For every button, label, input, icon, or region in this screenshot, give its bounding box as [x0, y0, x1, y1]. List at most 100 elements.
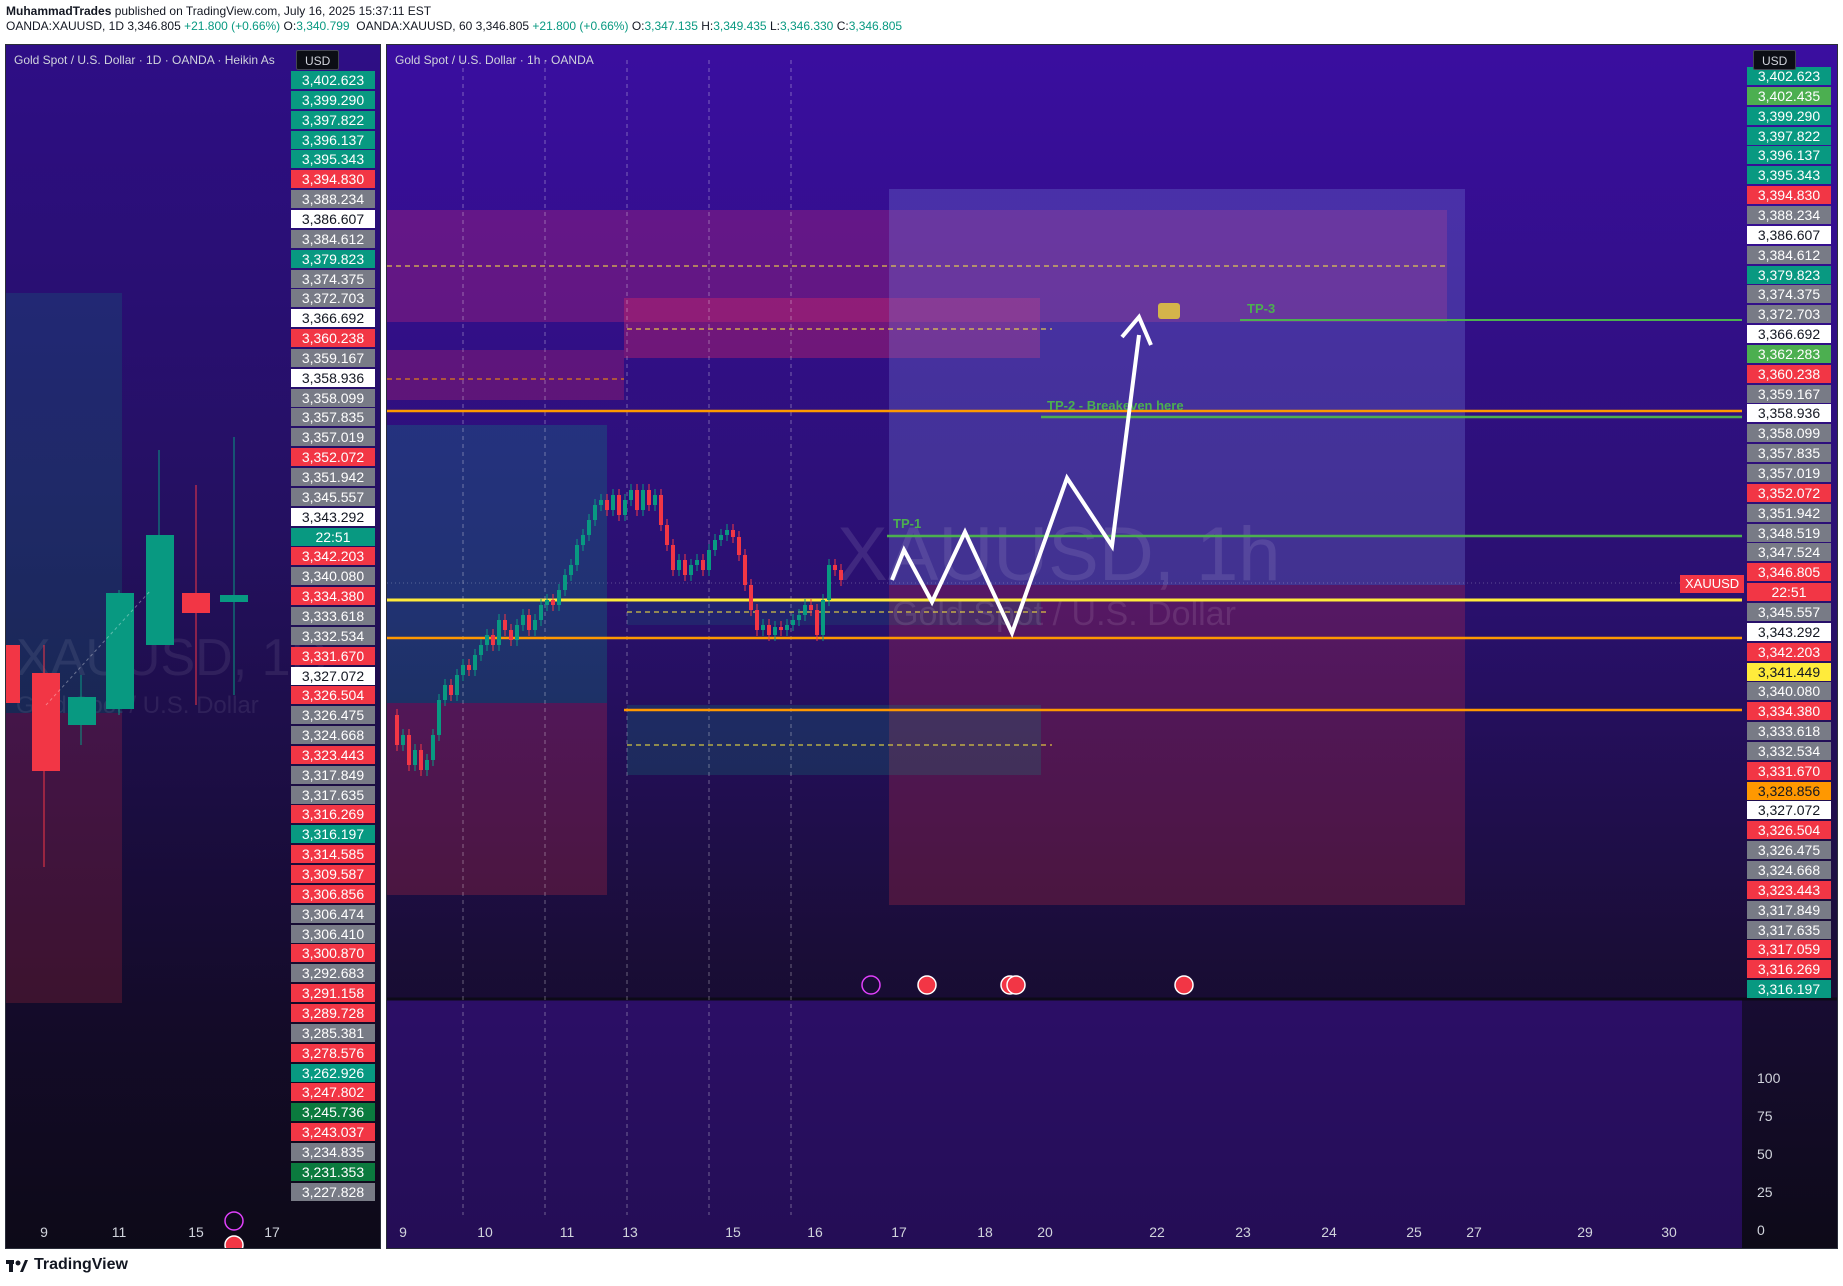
price-scale-label: 3,347.524 — [1747, 543, 1831, 562]
hourly-candle — [797, 615, 801, 620]
open-value: 3,347.135 — [644, 19, 698, 33]
daily-time-axis[interactable]: 9 11 15 17 — [6, 1221, 380, 1245]
hourly-candle — [539, 605, 543, 620]
hourly-chart-panel[interactable]: Gold Spot / U.S. Dollar · 1h · OANDA XAU… — [386, 44, 1838, 1249]
hourly-currency-button[interactable]: USD — [1753, 50, 1797, 70]
hourly-candle — [617, 495, 621, 515]
hourly-candle — [827, 565, 831, 600]
hourly-candle — [671, 545, 675, 570]
price-scale-label: 3,388.234 — [1747, 205, 1831, 224]
tp2-label: TP-2 - Breakeven here — [1047, 398, 1184, 413]
price-scale-label: 3,309.587 — [291, 865, 375, 883]
price-scale-label: 3,357.835 — [291, 408, 375, 427]
price-scale-label: 3,291.158 — [291, 984, 375, 1003]
hourly-candle — [611, 495, 615, 510]
flash-event-icon — [861, 975, 881, 995]
left-change: +21.800 (+0.66%) — [184, 19, 281, 33]
price-scale-label: 3,362.283 — [1747, 344, 1831, 363]
hourly-candle — [413, 750, 417, 765]
price-scale-label: 3,352.072 — [1747, 483, 1831, 502]
hourly-candle — [557, 590, 561, 605]
time-axis-label: 22 — [1149, 1224, 1165, 1240]
hourly-candle — [587, 520, 591, 535]
hourly-candle — [773, 627, 777, 635]
demand-zone — [627, 705, 1041, 775]
oscillator-pane-bg — [387, 1000, 1742, 1248]
daily-price-scale[interactable]: 3,402.623 3,399.290 3,397.822 3,396.137 3,39… — [291, 45, 375, 1248]
price-scale-label: 3,300.870 — [291, 944, 375, 963]
daily-candle — [220, 595, 248, 602]
hourly-candle — [719, 535, 723, 540]
tradingview-logo-icon — [6, 1260, 28, 1272]
hourly-candle — [641, 490, 645, 510]
high-value: 3,349.435 — [713, 19, 767, 33]
hourly-time-axis[interactable]: 9 10 11 13 15 16 17 18 20 22 23 24 25 27 29 30 — [387, 1221, 1837, 1245]
author-name[interactable]: MuhammadTrades — [6, 4, 111, 18]
hourly-candle — [551, 600, 555, 605]
hourly-candle — [545, 600, 549, 605]
hourly-candle — [515, 625, 519, 640]
hourly-candle — [707, 550, 711, 570]
hourly-candle — [755, 610, 759, 630]
price-scale-label: 3,402.623 — [291, 71, 375, 89]
price-scale-label: 22:51 — [1747, 583, 1831, 602]
oscillator-scale-label: 50 — [1757, 1146, 1773, 1162]
hourly-candle — [455, 675, 459, 695]
open-label: O: — [631, 19, 645, 33]
publish-line: MuhammadTrades published on TradingView.… — [6, 4, 431, 18]
price-scale-label: 3,396.137 — [1747, 146, 1831, 165]
low-label: L: — [769, 19, 780, 33]
hourly-price-scale[interactable]: 3,402.623 3,402.435 3,399.290 3,397.822 3,39… — [1747, 45, 1831, 1000]
hourly-candle — [395, 715, 399, 745]
price-scale-label: 3,323.443 — [1747, 880, 1831, 899]
hourly-candle — [479, 645, 483, 655]
time-axis-label: 24 — [1321, 1224, 1337, 1240]
daily-candle — [68, 697, 96, 725]
price-scale-label: 3,292.683 — [291, 964, 375, 983]
left-position-stop-area — [387, 703, 607, 895]
oscillator-scale[interactable]: 100 75 50 25 0 — [1747, 1000, 1831, 1238]
price-scale-label: 3,342.203 — [291, 547, 375, 566]
tradingview-footer[interactable]: TradingView — [6, 1256, 128, 1274]
hourly-candle — [659, 495, 663, 525]
hourly-candle — [491, 635, 495, 645]
hourly-candle — [485, 635, 489, 645]
daily-candle — [146, 535, 174, 645]
oscillator-scale-label: 100 — [1757, 1070, 1781, 1086]
price-scale-label: 3,397.822 — [1747, 126, 1831, 145]
daily-chart-panel[interactable]: Gold Spot / U.S. Dollar · 1D · OANDA · H… — [5, 44, 381, 1249]
close-value: 3,346.805 — [848, 19, 903, 33]
hourly-event-markers — [861, 975, 1194, 995]
time-axis-label: 11 — [559, 1224, 575, 1240]
hourly-candle — [569, 565, 573, 575]
price-scale-label: 3,358.099 — [291, 388, 375, 407]
hourly-candle — [785, 625, 789, 630]
hourly-candle — [443, 685, 447, 700]
hourly-candle — [593, 505, 597, 520]
price-scale-label: 3,289.728 — [291, 1003, 375, 1022]
price-scale-label: 3,316.197 — [291, 825, 375, 844]
price-scale-label: 3,399.290 — [1747, 106, 1831, 125]
price-scale-label: 3,386.607 — [1747, 225, 1831, 244]
price-scale-label: 3,384.612 — [291, 229, 375, 248]
hourly-candle — [581, 535, 585, 545]
price-scale-label: 3,345.557 — [1747, 602, 1831, 621]
hourly-candle — [761, 625, 765, 630]
price-scale-label: 3,352.072 — [291, 448, 375, 467]
price-scale-label: 3,227.828 — [291, 1182, 375, 1201]
price-scale-label: 3,394.830 — [1747, 186, 1831, 205]
hourly-candle — [653, 495, 657, 505]
hourly-candle — [767, 625, 771, 635]
price-scale-label: 3,332.534 — [291, 626, 375, 645]
price-scale-label: 3,345.557 — [291, 487, 375, 506]
price-scale-label: 3,372.703 — [1747, 305, 1831, 324]
left-open-value: 3,340.799 — [296, 19, 350, 33]
hourly-candle — [683, 560, 687, 575]
price-scale-label: 3,334.380 — [1747, 702, 1831, 721]
hourly-chart-canvas[interactable]: XAUUSD, 1h Gold Spot / U.S. Dollar TP-1 … — [387, 45, 1838, 1249]
us-flag-event-icon — [1006, 975, 1026, 995]
daily-currency-button[interactable]: USD — [296, 50, 340, 70]
price-scale-label: 3,397.822 — [291, 110, 375, 129]
price-scale-label: 3,402.435 — [1747, 86, 1831, 105]
time-axis-label: 11 — [111, 1224, 127, 1240]
